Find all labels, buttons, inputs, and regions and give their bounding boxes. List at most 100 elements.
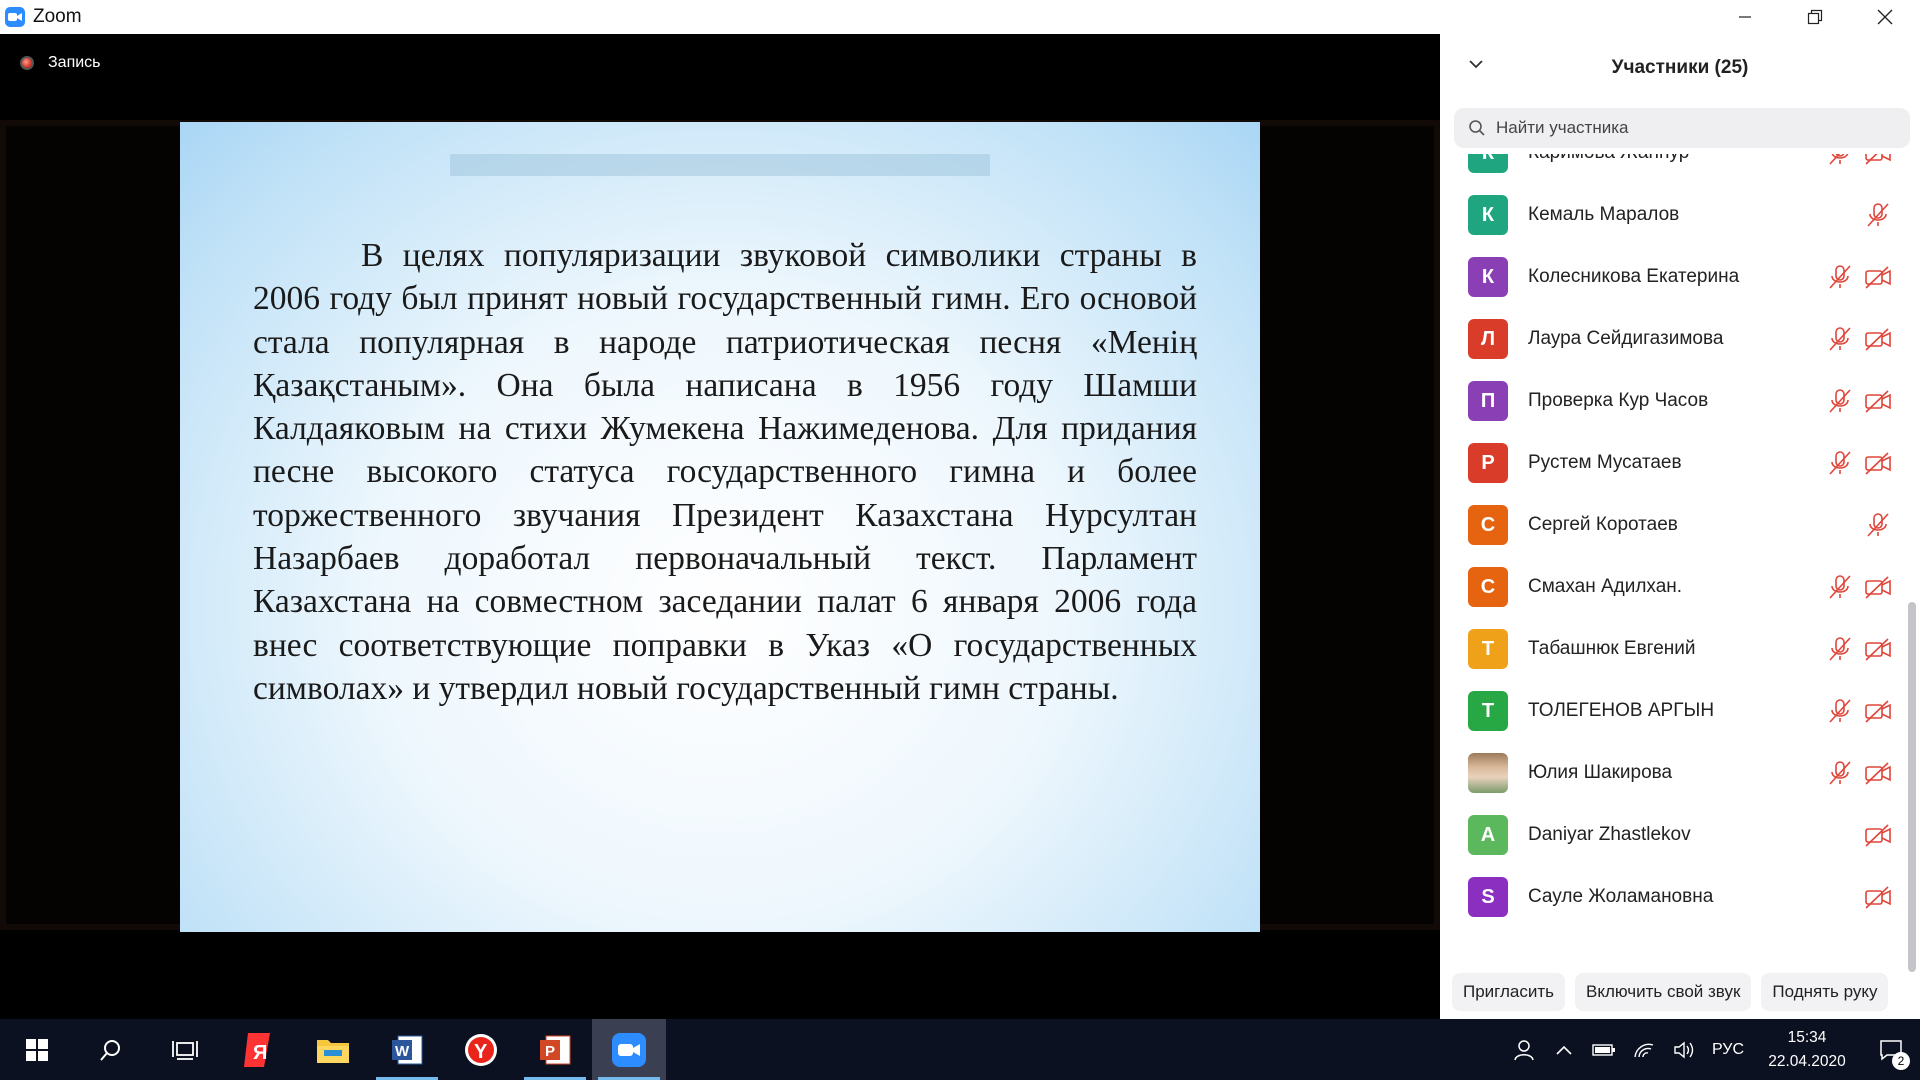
participant-status-icons [1826,760,1892,786]
avatar: A [1468,815,1508,855]
window-controls [1440,0,1920,34]
participant-row[interactable]: Юлия Шакирова [1440,742,1902,804]
participant-row[interactable]: Т ТОЛЕГЕНОВ АРГЫН [1440,680,1902,742]
avatar: П [1468,381,1508,421]
avatar: Л [1468,319,1508,359]
language-indicator[interactable]: РУС [1704,1041,1752,1059]
word-app[interactable]: W [370,1019,444,1080]
avatar: К [1468,154,1508,173]
avatar: К [1468,195,1508,235]
people-button[interactable] [1504,1019,1544,1080]
raise-hand-button[interactable]: Поднять руку [1761,972,1889,1011]
title-bar: Zoom [0,0,1440,34]
participant-row[interactable]: A Daniyar Zhastlekov [1440,804,1902,866]
search-icon [100,1039,120,1061]
participant-row[interactable]: С Смахан Адилхан. [1440,556,1902,618]
video-off-icon [1865,576,1891,599]
participant-status-icons [1826,326,1892,352]
yandex-browser-app[interactable]: Y [444,1019,518,1080]
participant-status-icons [1826,154,1892,166]
mic-muted-icon [1829,451,1851,475]
mic-muted-icon [1829,154,1849,165]
panel-footer: Пригласить Включить свой звук Поднять ру… [1440,964,1920,1019]
close-button[interactable] [1850,0,1920,34]
participants-title: Участники (25) [1611,57,1749,78]
window-title: Zoom [33,6,82,27]
clock[interactable]: 15:34 22.04.2020 [1752,1026,1862,1074]
avatar: Т [1468,629,1508,669]
search-input[interactable] [1494,117,1898,139]
participant-row[interactable]: Р Рустем Мусатаев [1440,432,1902,494]
participant-row[interactable]: S Сауле Жоламановна [1440,866,1902,928]
restore-button[interactable] [1780,0,1850,34]
start-button[interactable] [0,1019,74,1080]
unmute-button[interactable]: Включить свой звук [1575,972,1752,1011]
search-icon [1469,120,1485,136]
battery-button[interactable] [1584,1019,1624,1080]
show-hidden-icons-button[interactable] [1544,1019,1584,1080]
avatar: С [1468,505,1508,545]
participant-row[interactable]: С Сергей Коротаев [1440,494,1902,556]
mic-muted-icon [1829,699,1851,723]
record-icon [20,56,34,70]
video-off-icon [1865,266,1891,289]
participant-row[interactable]: П Проверка Кур Часов [1440,370,1902,432]
participants-panel: Участники (25) ККаримова ЖаннурККемаль М… [1440,34,1920,1019]
zoom-logo-icon [5,7,25,27]
clock-time: 15:34 [1787,1028,1827,1046]
avatar: С [1468,567,1508,607]
participant-row[interactable]: Т Табашнюк Евгений [1440,618,1902,680]
explorer-app[interactable] [296,1019,370,1080]
people-icon [1514,1039,1534,1060]
participant-list: ККаримова ЖаннурККемаль МараловККолесник… [1440,154,1902,966]
participant-status-icons [1826,574,1892,600]
participant-status-icons [1826,698,1892,724]
mic-muted-icon [1829,327,1851,351]
minimize-icon [1739,16,1751,18]
taskbar: Я W Y P РУС 15:34 22.04.2020 2 [0,1019,1920,1080]
slide-text: В целях популяризации звуковой символики… [253,237,1197,707]
notification-count: 2 [1892,1052,1910,1070]
task-view-button[interactable] [148,1019,222,1080]
yandex-app[interactable]: Я [222,1019,296,1080]
participant-search[interactable] [1454,108,1910,148]
zoom-app[interactable] [592,1019,666,1080]
participant-row[interactable]: ККаримова Жаннур [1440,154,1902,184]
svg-text:P: P [545,1043,555,1060]
mic-muted-icon [1829,265,1851,289]
svg-text:Y: Y [474,1041,488,1063]
avatar: К [1468,257,1508,297]
chevron-up-icon [1556,1045,1572,1055]
windows-icon [26,1038,48,1061]
battery-icon [1592,1043,1615,1056]
participant-status-icons [1826,512,1892,538]
recording-label: Запись [48,54,101,71]
participant-row[interactable]: К Колесникова Екатерина [1440,246,1902,308]
minimize-button[interactable] [1710,0,1780,34]
presentation-slide: В целях популяризации звуковой символики… [180,122,1260,932]
avatar: S [1468,877,1508,917]
search-button[interactable] [74,1019,148,1080]
action-center-button[interactable]: 2 [1862,1019,1920,1080]
wifi-button[interactable] [1624,1019,1664,1080]
svg-text:Я: Я [253,1042,267,1064]
video-off-icon [1865,762,1891,785]
collapse-button[interactable] [1468,56,1484,77]
clock-date: 22.04.2020 [1768,1052,1846,1070]
avatar: Р [1468,443,1508,483]
participant-row[interactable]: Л Лаура Сейдигазимова [1440,308,1902,370]
recording-indicator[interactable]: Запись [20,54,101,72]
video-off-icon [1865,700,1891,723]
invite-button[interactable]: Пригласить [1452,972,1566,1011]
participant-row[interactable]: К Кемаль Маралов [1440,184,1902,246]
slide-header-bar [450,154,990,176]
volume-button[interactable] [1664,1019,1704,1080]
mic-muted-icon [1867,203,1889,227]
powerpoint-icon: P [540,1035,571,1064]
video-off-icon [1865,390,1891,413]
participant-status-icons [1826,450,1892,476]
scrollbar[interactable] [1908,602,1916,972]
powerpoint-app[interactable]: P [518,1019,592,1080]
participant-status-icons [1826,264,1892,290]
participant-status-icons [1826,884,1892,910]
